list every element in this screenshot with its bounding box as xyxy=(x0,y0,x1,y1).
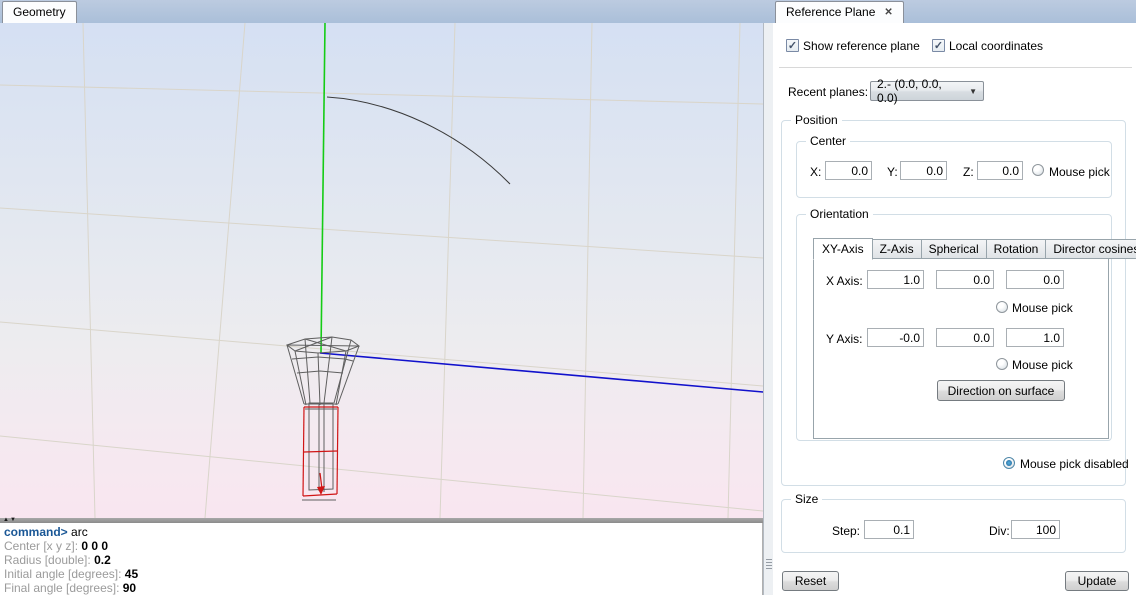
y-axis-input-2[interactable] xyxy=(936,328,994,347)
x-axis-input-3[interactable] xyxy=(1006,270,1064,289)
orientation-tab-pane: X Axis: Mouse pick Y Axis: Mouse pick Di… xyxy=(813,257,1109,439)
mouse-pick-disabled-radio[interactable] xyxy=(1003,457,1015,469)
viewport-canvas[interactable] xyxy=(0,23,763,518)
tab-strip xyxy=(0,0,1136,23)
size-group: Size Step: Div: xyxy=(781,499,1126,553)
size-group-title: Size xyxy=(791,492,822,506)
tab-geometry-label: Geometry xyxy=(13,2,66,23)
tab-rotation[interactable]: Rotation xyxy=(987,239,1047,259)
console-line: Final angle [degrees]: 90 xyxy=(4,581,762,595)
console-line: Initial angle [degrees]: 45 xyxy=(4,567,762,581)
console-line: command> arc xyxy=(4,525,762,539)
tab-reference-plane[interactable]: Reference Plane ✕ xyxy=(775,1,904,23)
show-reference-plane-checkbox[interactable]: ✓ xyxy=(786,39,799,52)
tab-reference-plane-label: Reference Plane xyxy=(786,2,875,23)
close-icon[interactable]: ✕ xyxy=(884,8,892,18)
center-x-input[interactable] xyxy=(825,161,872,180)
tab-geometry[interactable]: Geometry xyxy=(2,1,77,23)
center-mouse-pick-radio[interactable] xyxy=(1032,164,1044,176)
step-label: Step: xyxy=(832,524,860,538)
orientation-group-title: Orientation xyxy=(806,207,873,221)
console-line: Radius [double]: 0.2 xyxy=(4,553,762,567)
command-console[interactable]: command> arc Center [x y z]: 0 0 0 Radiu… xyxy=(0,523,763,595)
reset-button[interactable]: Reset xyxy=(782,571,839,591)
y-axis-label: Y Axis: xyxy=(826,332,862,346)
console-prompt: command> xyxy=(4,525,68,539)
chevron-down-icon: ▼ xyxy=(969,87,977,96)
viewport-background xyxy=(0,23,763,518)
show-reference-plane-label[interactable]: Show reference plane xyxy=(803,39,920,53)
div-label: Div: xyxy=(989,524,1010,538)
tab-xy-axis[interactable]: XY-Axis xyxy=(813,238,873,260)
check-icon: ✓ xyxy=(934,40,943,52)
y-axis-input-3[interactable] xyxy=(1006,328,1064,347)
y-axis-mouse-pick-label[interactable]: Mouse pick xyxy=(1012,358,1073,372)
local-coordinates-label[interactable]: Local coordinates xyxy=(949,39,1043,53)
direction-on-surface-button[interactable]: Direction on surface xyxy=(937,380,1065,401)
mouse-pick-disabled-label[interactable]: Mouse pick disabled xyxy=(1020,457,1129,471)
x-axis-input-2[interactable] xyxy=(936,270,994,289)
x-axis-mouse-pick-radio[interactable] xyxy=(996,301,1008,313)
update-button[interactable]: Update xyxy=(1065,571,1129,591)
x-axis-mouse-pick-label[interactable]: Mouse pick xyxy=(1012,301,1073,315)
position-group: Position Center X: Y: Z: Mouse pick Orie… xyxy=(781,120,1126,486)
y-axis-input-1[interactable] xyxy=(867,328,924,347)
console-command: arc xyxy=(71,525,88,539)
recent-planes-label: Recent planes: xyxy=(788,85,868,99)
div-input[interactable] xyxy=(1011,520,1060,539)
orientation-tabs: XY-AxisZ-AxisSphericalRotationDirector c… xyxy=(813,239,1136,260)
reference-plane-panel: ✓ Show reference plane ✓ Local coordinat… xyxy=(773,23,1136,595)
orientation-group: Orientation XY-AxisZ-AxisSphericalRotati… xyxy=(796,214,1112,441)
check-icon: ✓ xyxy=(788,40,797,52)
local-coordinates-checkbox[interactable]: ✓ xyxy=(932,39,945,52)
x-axis-label: X Axis: xyxy=(826,274,863,288)
y-axis-mouse-pick-radio[interactable] xyxy=(996,358,1008,370)
center-z-input[interactable] xyxy=(977,161,1023,180)
tab-z-axis[interactable]: Z-Axis xyxy=(873,239,922,259)
center-y-input[interactable] xyxy=(900,161,947,180)
center-z-label: Z: xyxy=(963,165,974,179)
center-group: Center X: Y: Z: Mouse pick xyxy=(796,141,1112,198)
x-axis-input-1[interactable] xyxy=(867,270,924,289)
console-line: Center [x y z]: 0 0 0 xyxy=(4,539,762,553)
position-group-title: Position xyxy=(791,113,842,127)
tab-director-cosines[interactable]: Director cosines xyxy=(1046,239,1136,259)
step-input[interactable] xyxy=(864,520,914,539)
panel-divider xyxy=(779,67,1132,68)
tab-spherical[interactable]: Spherical xyxy=(922,239,987,259)
recent-planes-value: 2.- (0.0, 0.0, 0.0) xyxy=(877,77,961,105)
center-mouse-pick-label[interactable]: Mouse pick xyxy=(1049,165,1110,179)
center-x-label: X: xyxy=(810,165,821,179)
splitter-grip-icon[interactable] xyxy=(766,559,772,570)
center-y-label: Y: xyxy=(887,165,898,179)
recent-planes-dropdown[interactable]: 2.- (0.0, 0.0, 0.0) ▼ xyxy=(870,81,984,101)
center-group-title: Center xyxy=(806,134,850,148)
